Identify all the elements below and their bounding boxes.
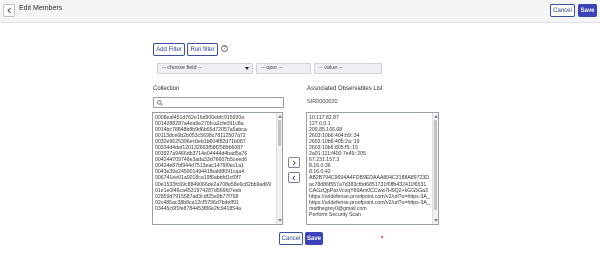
associated-items: 10.117.82.87 127.0.0.1 209.85.166.68 2603:1… — [309, 115, 431, 218]
collection-list-item[interactable]: 00e1533fc69c8849066de2a708e58e6c82bb9ad6… — [155, 182, 275, 188]
scroll-down-icon[interactable] — [277, 219, 282, 222]
scroll-up-icon[interactable] — [277, 115, 282, 118]
collection-label: Collection — [153, 86, 180, 92]
back-button[interactable] — [3, 4, 15, 17]
page-title: Edit Members — [19, 5, 63, 12]
chevron-down-icon — [245, 67, 249, 70]
associated-list[interactable]: 10.117.82.87 127.0.0.1 209.85.166.68 2603:1… — [306, 112, 439, 225]
value-input-placeholder: -- value -- — [319, 65, 343, 71]
collection-scrollbar[interactable] — [276, 113, 282, 224]
value-input[interactable]: -- value -- — [314, 63, 382, 74]
remove-from-associated-button[interactable] — [288, 172, 300, 183]
collection-items: 0008eaf451d762e16d900ebfc915920a 00142882… — [155, 115, 275, 212]
header-bar: Edit Members Cancel Save — [0, 0, 600, 23]
header-cancel-button[interactable]: Cancel — [550, 4, 575, 17]
collection-scroll-thumb[interactable] — [278, 120, 281, 146]
footer-save-button[interactable]: Save — [305, 232, 323, 245]
associated-list-item[interactable]: AB2B794C9694A4FDB9EDAAA804C3188A89723D — [309, 175, 431, 181]
collection-list[interactable]: 0008eaf451d762e16d900ebfc915920a 00142882… — [152, 112, 283, 225]
scroll-up-icon[interactable] — [433, 115, 438, 118]
add-to-associated-button[interactable] — [288, 157, 300, 168]
operator-select-value: -- oper -- — [261, 65, 283, 71]
question-circle-icon[interactable]: ? — [221, 45, 228, 52]
associated-list-item[interactable]: Perform Security Scan — [309, 212, 431, 218]
add-filter-button[interactable]: Add Filter — [153, 43, 185, 56]
header-save-button[interactable]: Save — [578, 4, 597, 17]
associated-list-item[interactable]: https://urldefense.proofpoint.com/v2/url… — [309, 194, 431, 200]
scroll-down-icon[interactable] — [433, 219, 438, 222]
associated-list-item[interactable]: CAGzQpPaxVcxqY89Am0CCww7H9Q2+kGG5Ga3 — [309, 188, 431, 194]
associated-label: Associated Observables List — [307, 86, 383, 92]
associated-list-item[interactable]: https://urldefense.proofpoint.com/v2/url… — [309, 200, 431, 206]
associated-list-item[interactable]: ac78d86f557a7d383cfbd6851731f6ffb432411f… — [309, 182, 431, 188]
operator-select[interactable]: -- oper -- — [256, 63, 311, 74]
footer-cancel-button[interactable]: Cancel — [279, 232, 303, 245]
field-select[interactable]: -- choose field -- — [157, 63, 253, 74]
field-select-value: -- choose field -- — [162, 65, 202, 71]
search-icon — [157, 100, 163, 106]
associated-scrollbar[interactable] — [432, 113, 438, 224]
run-filter-button[interactable]: Run filter — [187, 43, 218, 56]
chevron-left-icon — [6, 7, 11, 14]
associated-sub-label: SIR0000020 — [307, 99, 338, 105]
chevron-left-icon — [292, 175, 296, 180]
marker-dot — [381, 236, 383, 238]
collection-list-item[interactable]: 03445c6f1fe8784453f86e2fc941854a — [155, 206, 275, 212]
collection-search-input[interactable] — [153, 97, 284, 108]
chevron-right-icon — [292, 160, 296, 165]
associated-scroll-thumb[interactable] — [434, 120, 437, 210]
